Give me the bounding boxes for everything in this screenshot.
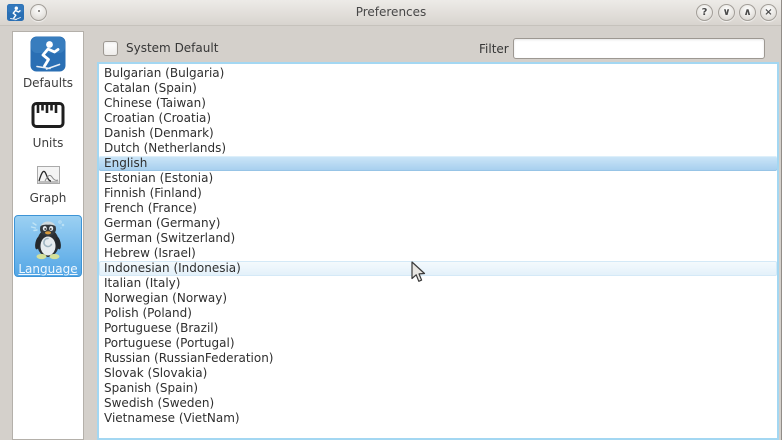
sidebar-item-language[interactable]: Language bbox=[14, 215, 82, 277]
category-sidebar: Defaults Units Graph bbox=[12, 31, 84, 440]
language-row[interactable]: Indonesian (Indonesia) bbox=[99, 261, 777, 276]
sidebar-item-defaults[interactable]: Defaults bbox=[14, 34, 82, 92]
language-row[interactable]: Chinese (Taiwan) bbox=[99, 96, 777, 111]
sidebar-item-units[interactable]: Units bbox=[14, 96, 82, 154]
filter-label: Filter bbox=[479, 42, 507, 56]
sidebar-item-graph[interactable]: Graph bbox=[14, 161, 82, 211]
language-row[interactable]: Spanish (Spain) bbox=[99, 381, 777, 396]
help-button[interactable]: ? bbox=[696, 4, 713, 21]
language-row[interactable]: Estonian (Estonia) bbox=[99, 171, 777, 186]
ruler-icon bbox=[31, 96, 65, 134]
language-row[interactable]: Danish (Denmark) bbox=[99, 126, 777, 141]
shade-up-button[interactable]: ∧ bbox=[739, 4, 756, 21]
language-row[interactable]: Norwegian (Norway) bbox=[99, 291, 777, 306]
titlebar[interactable]: Preferences ? ∨ ∧ × bbox=[0, 0, 782, 26]
language-row[interactable]: German (Germany) bbox=[99, 216, 777, 231]
app-logo-icon bbox=[7, 4, 24, 21]
language-row[interactable]: German (Switzerland) bbox=[99, 231, 777, 246]
language-row[interactable]: Portuguese (Brazil) bbox=[99, 321, 777, 336]
preferences-dialog: Preferences ? ∨ ∧ × bbox=[0, 0, 782, 440]
sidebar-item-label: Graph bbox=[30, 191, 67, 205]
language-row[interactable]: Polish (Poland) bbox=[99, 306, 777, 321]
language-row[interactable]: Russian (RussianFederation) bbox=[99, 351, 777, 366]
graph-icon bbox=[37, 161, 60, 189]
window-menu-button[interactable] bbox=[30, 4, 47, 21]
language-row[interactable]: Finnish (Finland) bbox=[99, 186, 777, 201]
filter-input[interactable] bbox=[513, 38, 765, 59]
shade-down-button[interactable]: ∨ bbox=[718, 4, 735, 21]
language-row[interactable]: Bulgarian (Bulgaria) bbox=[99, 66, 777, 81]
language-row[interactable]: Italian (Italy) bbox=[99, 276, 777, 291]
language-row[interactable]: French (France) bbox=[99, 201, 777, 216]
language-row[interactable]: English bbox=[99, 156, 777, 171]
language-row[interactable]: Hebrew (Israel) bbox=[99, 246, 777, 261]
language-row[interactable]: Portuguese (Portugal) bbox=[99, 336, 777, 351]
window-title: Preferences bbox=[0, 0, 782, 26]
tux-penguin-icon bbox=[27, 216, 69, 260]
checkbox-label: System Default bbox=[126, 41, 218, 55]
language-list[interactable]: Bulgarian (Bulgaria)Catalan (Spain)Chine… bbox=[97, 62, 779, 440]
language-row[interactable]: Slovak (Slovakia) bbox=[99, 366, 777, 381]
sidebar-item-label: Language bbox=[18, 262, 77, 276]
language-row[interactable]: Vietnamese (VietNam) bbox=[99, 411, 777, 426]
language-row[interactable]: Dutch (Netherlands) bbox=[99, 141, 777, 156]
checkbox-box bbox=[103, 41, 118, 56]
diver-icon bbox=[30, 34, 66, 74]
sidebar-item-label: Defaults bbox=[23, 76, 73, 90]
language-row[interactable]: Swedish (Sweden) bbox=[99, 396, 777, 411]
close-button[interactable]: × bbox=[760, 4, 777, 21]
language-row[interactable]: Croatian (Croatia) bbox=[99, 111, 777, 126]
system-default-checkbox[interactable]: System Default bbox=[103, 40, 218, 56]
language-row[interactable]: Catalan (Spain) bbox=[99, 81, 777, 96]
sidebar-item-label: Units bbox=[33, 136, 64, 150]
